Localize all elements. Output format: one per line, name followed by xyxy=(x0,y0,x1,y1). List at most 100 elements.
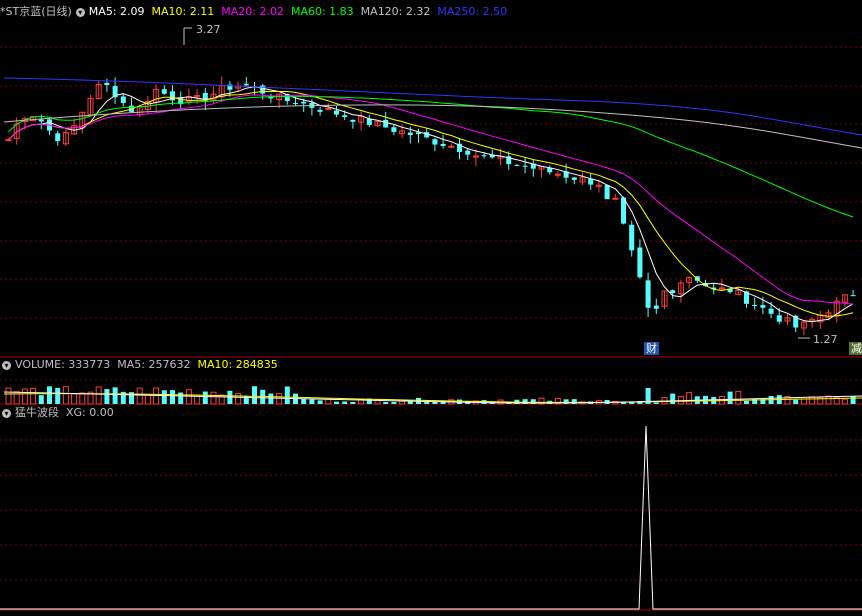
main-chart-header: *ST京蓝(日线) ▾ MA5: 2.09 MA10: 2.11 MA20: 2… xyxy=(0,5,514,19)
volume-bar xyxy=(850,396,856,404)
candle-body xyxy=(612,197,619,200)
candle-body xyxy=(5,139,12,142)
volume-bar xyxy=(21,388,28,405)
candle-body xyxy=(161,89,167,94)
candle-body xyxy=(768,308,774,314)
volume-bar xyxy=(399,400,406,405)
volume-label: VOLUME: 333773 xyxy=(15,358,111,371)
candle-body xyxy=(554,173,561,176)
volume-bar xyxy=(309,399,315,404)
volume-bar xyxy=(276,393,283,405)
candle-body xyxy=(120,96,126,104)
volume-bar xyxy=(202,391,208,404)
candle-body xyxy=(571,177,577,180)
volume-bar xyxy=(841,398,848,405)
candle-body xyxy=(407,132,413,136)
candle-body xyxy=(514,164,520,166)
volume-bar xyxy=(727,391,733,404)
candle-body xyxy=(38,119,44,122)
volume-ma10-label: MA10: 284835 xyxy=(197,358,278,371)
volume-bar xyxy=(252,386,257,404)
volume-bar xyxy=(686,392,693,405)
volume-bar xyxy=(284,386,290,404)
volume-ma5-label: MA5: 257632 xyxy=(117,358,191,371)
low-price-label: 1.27 xyxy=(813,333,838,346)
ma60-label: MA60: 1.83 xyxy=(290,5,354,18)
ma5-line xyxy=(8,86,854,323)
candle-body xyxy=(432,139,438,145)
volume-bar xyxy=(735,390,742,405)
candle-body xyxy=(383,119,389,128)
candle-body xyxy=(55,133,61,142)
candle-body xyxy=(850,295,856,297)
volume-bar xyxy=(112,387,118,404)
candle-body xyxy=(104,82,110,86)
candle-body xyxy=(465,150,471,155)
ma20-label: MA20: 2.02 xyxy=(221,5,284,18)
volume-bar xyxy=(334,401,339,404)
candle-body xyxy=(243,83,249,86)
ma250-label: MA250: 2.50 xyxy=(437,5,508,18)
candle-body xyxy=(448,145,455,148)
candle-body xyxy=(325,107,332,110)
volume-bar xyxy=(342,401,348,404)
candle-body xyxy=(391,127,397,132)
reduction-badge[interactable]: 减 xyxy=(849,342,862,355)
candle-body xyxy=(760,305,766,308)
volume-bar xyxy=(79,392,86,405)
volume-bar xyxy=(47,386,52,404)
ma120-label: MA120: 2.32 xyxy=(360,5,431,18)
volume-bar xyxy=(104,389,110,404)
candle-body xyxy=(342,115,348,117)
candle-body xyxy=(604,185,610,200)
candle-body xyxy=(522,165,528,167)
ma10-label: MA10: 2.11 xyxy=(151,5,215,18)
volume-bar xyxy=(71,393,78,405)
candle-body xyxy=(334,110,339,115)
volume-bar xyxy=(62,386,69,405)
candle-body xyxy=(350,119,356,122)
financial-report-badge[interactable]: 财 xyxy=(644,342,659,355)
high-price-label: 3.27 xyxy=(196,23,221,36)
volume-bar xyxy=(55,388,61,404)
candle-body xyxy=(629,224,635,251)
volume-header: ▾ VOLUME: 333773 MA5: 257632 MA10: 28483… xyxy=(0,358,285,372)
volume-bar xyxy=(235,393,242,405)
ma20-line xyxy=(8,94,854,305)
stock-chart[interactable]: 3.27 1.27 xyxy=(0,0,862,616)
volume-bar xyxy=(744,400,749,404)
candle-body xyxy=(653,305,659,309)
volume-bar xyxy=(38,395,44,404)
indicator-name: 猛牛波段 xyxy=(15,406,59,419)
candle-body xyxy=(645,280,651,308)
volume-bar xyxy=(317,400,323,404)
collapse-toggle-icon[interactable]: ▾ xyxy=(75,7,85,17)
volume-bar xyxy=(653,402,659,404)
volume-bar xyxy=(800,398,807,405)
volume-bar xyxy=(268,393,274,404)
collapse-toggle-icon[interactable]: ▾ xyxy=(2,408,11,418)
candle-body xyxy=(317,109,323,112)
xg-signal-line xyxy=(0,425,862,610)
volume-bar xyxy=(170,390,175,404)
collapse-toggle-icon[interactable]: ▾ xyxy=(2,360,11,370)
volume-bar xyxy=(350,401,356,404)
volume-bar xyxy=(153,387,160,405)
ma5-label: MA5: 2.09 xyxy=(88,5,145,18)
volume-bar xyxy=(185,389,192,405)
candle-body xyxy=(481,155,487,157)
volume-bar xyxy=(301,399,307,404)
volume-bar xyxy=(30,387,37,405)
stock-title[interactable]: *ST京蓝(日线) xyxy=(0,5,72,19)
candle-body xyxy=(440,143,446,147)
volume-bar xyxy=(210,391,217,405)
candle-body xyxy=(301,101,307,104)
volume-bar xyxy=(5,387,12,405)
candle-body xyxy=(670,290,676,294)
volume-bar xyxy=(670,393,676,404)
volume-bar xyxy=(136,387,143,405)
volume-bar xyxy=(383,401,389,404)
volume-bar xyxy=(809,396,816,405)
volume-bar xyxy=(424,401,430,404)
xg-value: XG: 0.00 xyxy=(66,406,114,419)
